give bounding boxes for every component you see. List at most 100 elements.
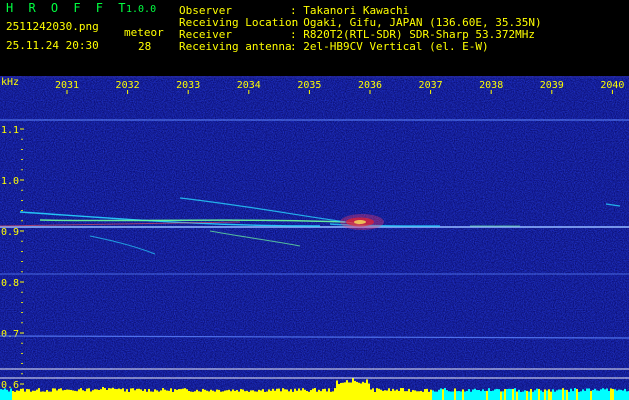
level-bar — [556, 390, 558, 400]
level-bar — [288, 391, 290, 400]
level-bar — [52, 388, 54, 400]
level-bar — [138, 388, 140, 400]
level-bar — [70, 389, 72, 400]
level-bar — [72, 390, 74, 400]
level-bar — [206, 390, 208, 400]
level-bar — [604, 389, 606, 400]
level-bar — [502, 391, 504, 400]
level-bar — [328, 388, 330, 400]
level-bar — [524, 390, 526, 400]
level-bar — [370, 389, 372, 400]
level-bar — [236, 390, 238, 400]
level-bar — [336, 380, 338, 400]
level-bar — [62, 390, 64, 400]
level-bar — [88, 388, 90, 400]
level-bar — [528, 391, 530, 400]
level-bar — [140, 389, 142, 400]
level-bar — [278, 388, 280, 400]
level-bar — [306, 391, 308, 400]
level-bar — [514, 388, 516, 400]
level-bar — [572, 391, 574, 400]
level-bar — [250, 390, 252, 400]
level-bar — [590, 390, 592, 400]
level-bar — [122, 388, 124, 400]
level-bar — [210, 389, 212, 400]
level-bar — [86, 388, 88, 400]
level-bar — [560, 389, 562, 400]
level-bar — [422, 391, 424, 400]
level-bar — [506, 389, 508, 400]
level-bar — [26, 389, 28, 400]
level-bar — [220, 391, 222, 400]
level-bar — [196, 389, 198, 400]
level-bar — [352, 378, 354, 400]
level-bar — [588, 388, 590, 400]
level-bar — [234, 390, 236, 400]
level-bar — [136, 388, 138, 400]
level-bar — [610, 388, 612, 400]
level-bar — [510, 388, 512, 400]
level-bar — [462, 389, 464, 400]
level-bar — [476, 390, 478, 400]
level-bar — [32, 390, 34, 400]
level-bar — [66, 389, 68, 400]
level-bar — [134, 390, 136, 400]
level-bar — [486, 390, 488, 400]
level-bar — [532, 391, 534, 400]
level-bar — [526, 390, 528, 400]
level-bar — [304, 389, 306, 400]
level-bar — [424, 389, 426, 400]
level-bar — [388, 388, 390, 400]
meteor-count: 28 — [138, 40, 152, 53]
level-bar — [186, 389, 188, 400]
level-bar — [76, 391, 78, 400]
level-bar — [326, 391, 328, 400]
level-bar — [380, 389, 382, 400]
level-bar — [274, 390, 276, 400]
level-bar — [574, 388, 576, 400]
level-bar — [440, 388, 442, 400]
level-bar — [130, 388, 132, 400]
level-bar — [496, 388, 498, 400]
level-bar — [232, 389, 234, 400]
level-bar — [160, 390, 162, 400]
level-bar — [2, 389, 4, 400]
level-bar — [376, 388, 378, 400]
level-bar — [402, 388, 404, 400]
level-bar — [168, 390, 170, 400]
level-bar — [412, 390, 414, 400]
level-bar — [28, 389, 30, 400]
level-bar — [382, 390, 384, 400]
level-bar — [124, 391, 126, 400]
level-bar — [248, 391, 250, 400]
level-bar — [116, 389, 118, 400]
level-bar — [320, 391, 322, 400]
level-bar — [530, 388, 532, 400]
spectrogram-canvas: 2031 2032 2033 2034 2035 2036 2037 2038 2039 2040… — [0, 76, 629, 400]
level-bar — [96, 389, 98, 400]
level-bar — [36, 389, 38, 400]
level-bar — [202, 388, 204, 400]
level-bar — [614, 389, 616, 400]
level-bar — [296, 390, 298, 400]
level-bar — [150, 391, 152, 400]
level-bar — [350, 382, 352, 400]
level-bar — [120, 389, 122, 400]
level-bar — [242, 389, 244, 400]
level-bar — [20, 388, 22, 400]
level-bar — [374, 391, 376, 400]
level-bar — [322, 389, 324, 400]
level-bar — [466, 390, 468, 400]
level-bar — [544, 389, 546, 400]
level-bar — [64, 389, 66, 400]
level-bar — [586, 388, 588, 400]
level-bar — [344, 382, 346, 400]
level-bar — [492, 390, 494, 400]
level-bar — [358, 382, 360, 400]
level-bar — [508, 388, 510, 400]
level-bar — [316, 391, 318, 400]
y-tick-label: 0.9 — [1, 227, 19, 238]
level-bar — [480, 391, 482, 400]
y-tick-label: 1.1 — [1, 125, 19, 136]
level-bar — [74, 390, 76, 400]
